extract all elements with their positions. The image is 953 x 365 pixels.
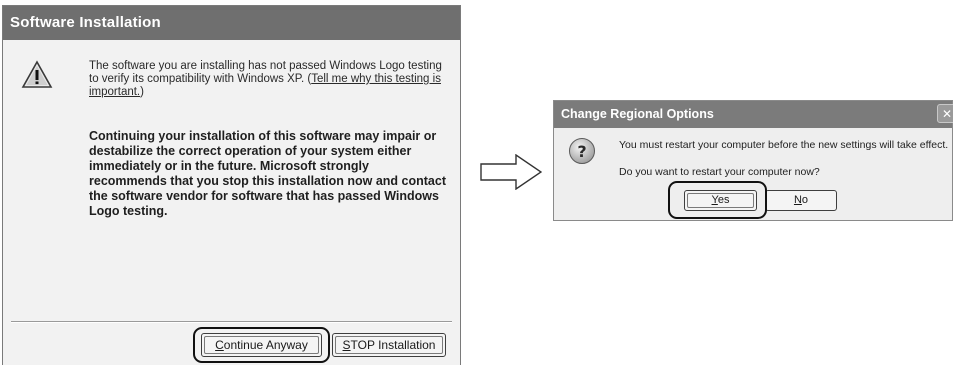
no-button[interactable]: No <box>765 190 837 211</box>
label-rest: o <box>801 194 809 206</box>
compatibility-message: The software you are installing has not … <box>89 60 449 99</box>
dialog-title: Change Regional Options <box>554 101 952 128</box>
stop-installation-button[interactable]: STOP Installation <box>332 333 446 357</box>
highlight-circle-yes <box>668 181 767 219</box>
dialog-title: Software Installation <box>3 6 460 40</box>
right-arrow-outline-icon <box>480 154 542 190</box>
highlight-circle-continue <box>193 327 330 363</box>
label-rest: TOP Installation <box>350 338 436 352</box>
compatibility-text-end: ) <box>140 86 144 98</box>
restart-message: You must restart your computer before th… <box>619 139 949 151</box>
divider <box>11 321 452 323</box>
change-regional-options-dialog: Change Regional Options ✕ ? You must res… <box>553 100 953 221</box>
stop-installation-label: STOP Installation <box>343 338 436 352</box>
accelerator-key: N <box>793 194 802 206</box>
software-installation-dialog: Software Installation The software you a… <box>2 5 461 365</box>
restart-question: Do you want to restart your computer now… <box>619 166 820 178</box>
warning-icon <box>21 60 53 88</box>
no-label: No <box>794 194 808 206</box>
warning-message: Continuing your installation of this sof… <box>89 129 446 218</box>
dialog-body: The software you are installing has not … <box>3 40 460 365</box>
svg-text:?: ? <box>577 142 586 161</box>
question-icon: ? <box>569 138 595 164</box>
close-icon[interactable]: ✕ <box>937 104 953 123</box>
accelerator-key: S <box>342 338 351 352</box>
